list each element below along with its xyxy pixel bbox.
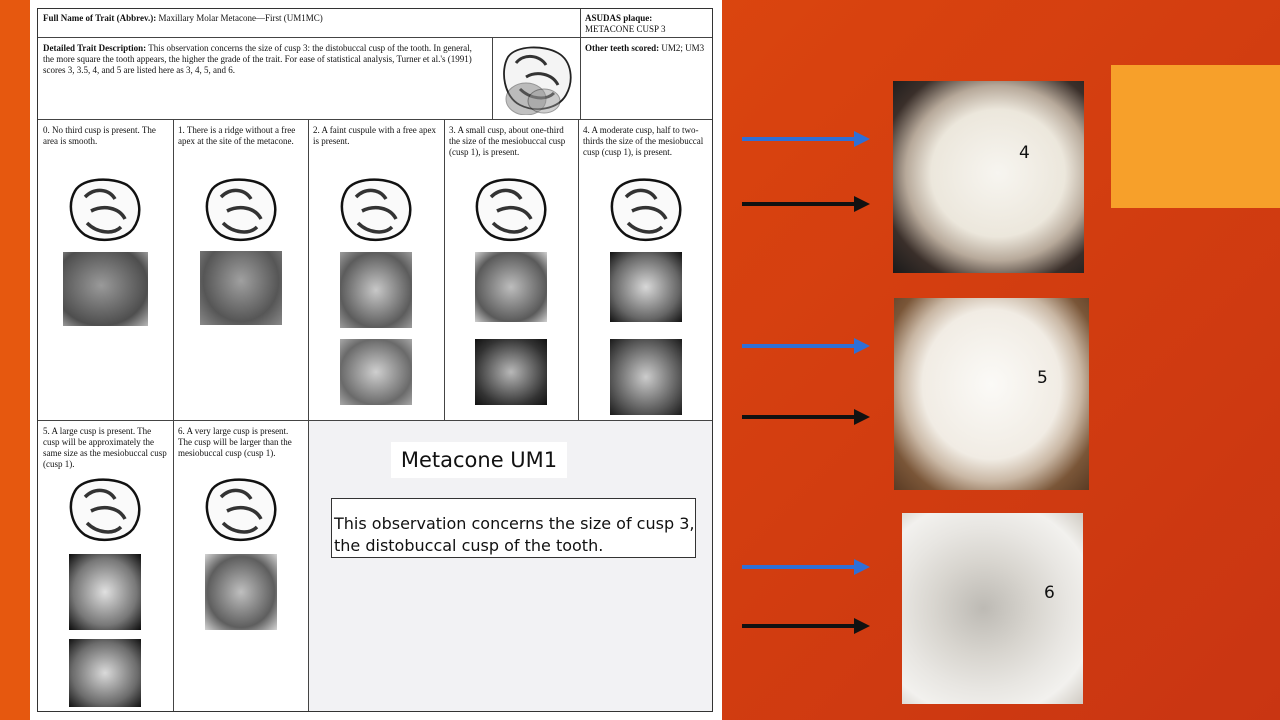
overlay-title: Metacone UM1 [391,442,567,478]
tooth-photo-grade-6: 6 [902,513,1083,704]
tooth-diagram-icon [503,46,572,115]
other-teeth-value: UM2; UM3 [659,43,705,53]
other-teeth: Other teeth scored: UM2; UM3 [580,41,714,56]
tooth-photo [475,252,547,322]
tooth-photo [475,339,547,405]
plaque-value: METACONE CUSP 3 [585,24,666,34]
divider [492,37,493,119]
photo-label: 5 [1037,368,1048,388]
trait-name: Full Name of Trait (Abbrev.): Maxillary … [38,11,578,26]
grade-5-text: 5. A large cusp is present. The cusp wil… [43,426,167,469]
recording-form-page: Full Name of Trait (Abbrev.): Maxillary … [30,0,722,720]
plaque-info: ASUDAS plaque: METACONE CUSP 3 [580,11,714,37]
grade-2-text: 2. A faint cuspule with a free apex is p… [313,125,436,146]
photo-label: 6 [1044,583,1055,603]
tooth-drawing-icon [69,478,141,542]
tooth-photo [69,639,141,707]
tooth-photo [63,252,148,326]
trait-description: Detailed Trait Description: This observa… [38,41,490,78]
trait-name-value: Maxillary Molar Metacone—First (UM1MC) [156,13,323,23]
tooth-photo [610,252,682,322]
black-arrow-icon [742,409,870,425]
grade-6-text: 6. A very large cusp is present. The cus… [178,426,292,458]
tooth-drawing-icon [69,178,141,242]
plaque-label: ASUDAS plaque: [585,13,653,23]
black-arrow-icon [742,618,870,634]
trait-name-label: Full Name of Trait (Abbrev.): [43,13,157,23]
other-teeth-label: Other teeth scored: [585,43,660,53]
tooth-drawing-icon [205,178,277,242]
overlay-description: This observation concerns the size of cu… [331,498,696,558]
tooth-photo [69,554,141,630]
divider [38,37,712,38]
tooth-photo [205,554,277,630]
tooth-photo [340,339,412,405]
tooth-photo [610,339,682,415]
tooth-photo-grade-4: 4 [893,81,1084,273]
grade-3-text: 3. A small cusp, about one-third the siz… [449,125,566,157]
tooth-drawing-icon [205,478,277,542]
divider [38,119,712,120]
left-background-strip [0,0,30,720]
divider [173,119,174,711]
grade-1-text: 1. There is a ridge without a free apex … [178,125,296,146]
blue-arrow-icon [742,338,870,354]
tooth-drawing-icon [610,178,682,242]
blue-arrow-icon [742,131,870,147]
description-label: Detailed Trait Description: [43,43,147,53]
accent-box [1111,65,1280,208]
trait-sheet: Full Name of Trait (Abbrev.): Maxillary … [37,8,713,712]
photo-label: 4 [1019,143,1030,163]
blue-arrow-icon [742,559,870,575]
tooth-drawing-icon [475,178,547,242]
tooth-photo-grade-5: 5 [894,298,1089,490]
tooth-drawing-icon [340,178,412,242]
grade-0-text: 0. No third cusp is present. The area is… [43,125,156,146]
black-arrow-icon [742,196,870,212]
grade-4-text: 4. A moderate cusp, half to two-thirds t… [583,125,704,157]
tooth-photo [340,252,412,328]
tooth-photo [200,251,282,325]
